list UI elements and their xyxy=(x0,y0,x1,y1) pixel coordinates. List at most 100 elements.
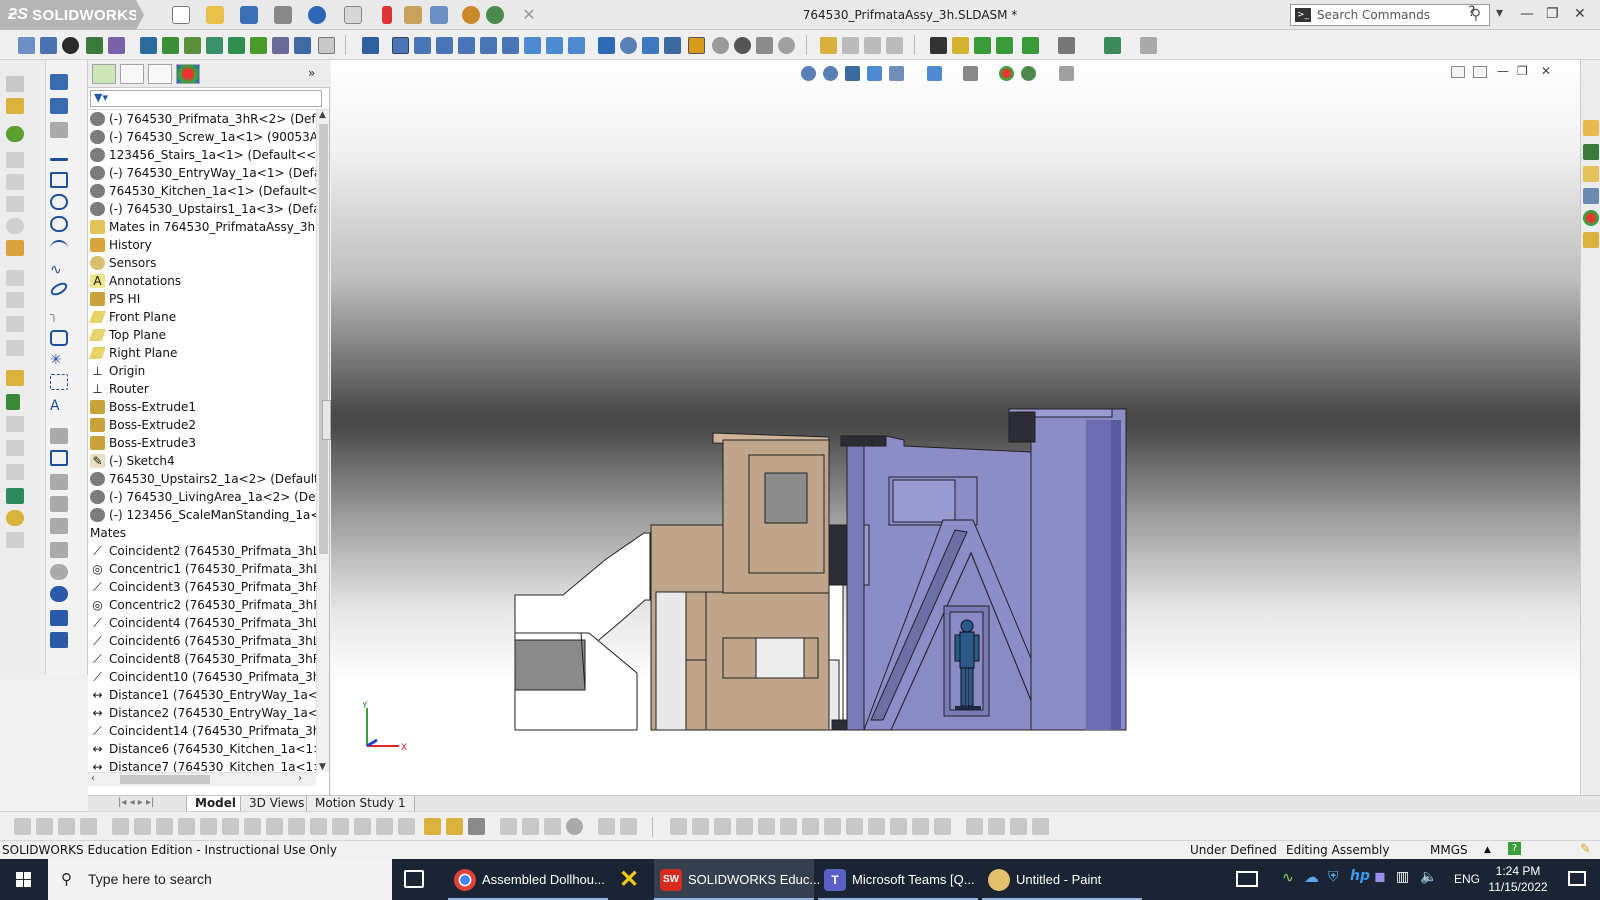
lower-tool-icon[interactable] xyxy=(670,818,687,835)
tree-item[interactable]: Front Plane xyxy=(88,308,316,326)
clearance-verification-icon[interactable] xyxy=(294,37,311,54)
keyboard-icon[interactable] xyxy=(1236,871,1258,887)
task-view-icon[interactable] xyxy=(404,870,424,888)
restore-icon[interactable]: ❐ xyxy=(1546,6,1559,22)
panel-collapse-handle[interactable] xyxy=(322,400,331,440)
line-icon[interactable] xyxy=(50,158,68,161)
search-commands-input[interactable]: >_ Search Commands ⚲ xyxy=(1290,4,1490,26)
view-right-icon[interactable] xyxy=(458,37,475,54)
performance-evaluation-icon[interactable] xyxy=(996,37,1013,54)
file-properties-icon[interactable] xyxy=(404,6,422,24)
lower-tool-icon[interactable] xyxy=(566,818,583,835)
polygon-icon[interactable] xyxy=(50,330,68,346)
solidworks-resources-icon[interactable] xyxy=(1583,120,1599,136)
filter-input[interactable] xyxy=(90,90,322,107)
lower-tool-icon[interactable] xyxy=(692,818,709,835)
lower-tool-icon[interactable] xyxy=(1010,818,1027,835)
linear-component-pattern-icon[interactable] xyxy=(6,240,24,256)
smart-fasteners-icon[interactable] xyxy=(86,37,103,54)
tree-item[interactable]: ⟋ Coincident14 (764530_Prifmata_3hL<2> xyxy=(88,722,316,740)
save-icon[interactable] xyxy=(240,6,258,24)
lower-tool-icon[interactable] xyxy=(868,818,885,835)
view-top-icon[interactable] xyxy=(480,37,497,54)
lower-tool-icon[interactable] xyxy=(824,818,841,835)
line-side-icon[interactable] xyxy=(6,394,20,410)
tree-item[interactable]: (-) 123456_ScaleManStanding_1a<1> (D xyxy=(88,506,316,524)
assemblyxpert-icon[interactable] xyxy=(1058,37,1075,54)
hidden-lines-icon[interactable] xyxy=(734,37,751,54)
teams-tray-icon[interactable]: ◼ xyxy=(1374,869,1386,885)
open-folder-icon[interactable] xyxy=(206,6,224,24)
move-entities-icon[interactable] xyxy=(50,542,68,558)
rapid-sketch-icon[interactable] xyxy=(50,632,68,648)
lower-tool-icon[interactable] xyxy=(500,818,517,835)
lower-tool-icon[interactable] xyxy=(156,818,173,835)
lower-tool-icon[interactable] xyxy=(522,818,539,835)
expand-panel-icon[interactable]: » xyxy=(308,66,315,80)
slot-icon[interactable] xyxy=(50,194,68,210)
upstairs-component[interactable] xyxy=(712,432,830,594)
property-manager-tab-icon[interactable] xyxy=(120,64,144,84)
lower-tool-icon[interactable] xyxy=(1032,818,1049,835)
lower-tool-icon[interactable] xyxy=(36,818,53,835)
taskbar-search-box[interactable]: ⚲ Type here to search xyxy=(48,859,392,900)
chart-tray-icon[interactable]: ∿ xyxy=(1282,870,1294,886)
circle-icon[interactable] xyxy=(50,216,68,232)
tree-item[interactable]: ↔ Distance2 (764530_EntryWay_1a<1>,76 xyxy=(88,704,316,722)
tree-item[interactable]: ⟋ Coincident2 (764530_Prifmata_3hL<2>, xyxy=(88,542,316,560)
exploded-view-icon[interactable] xyxy=(228,37,245,54)
close-document-icon[interactable]: ✕ xyxy=(520,6,538,24)
taskbar-app-chrome[interactable]: Assembled Dollhou... xyxy=(448,859,608,900)
lower-tool-icon[interactable] xyxy=(222,818,239,835)
check-icon[interactable] xyxy=(974,37,991,54)
tree-item[interactable]: ⟋ Coincident8 (764530_Prifmata_3hR<2>, xyxy=(88,650,316,668)
lower-tool-icon[interactable] xyxy=(200,818,217,835)
new-part-icon[interactable] xyxy=(6,126,24,142)
lower-tool-icon[interactable] xyxy=(178,818,195,835)
shaded-with-edges-icon[interactable] xyxy=(688,37,705,54)
move-component-icon[interactable] xyxy=(62,37,79,54)
new-motion-side-icon[interactable] xyxy=(6,416,24,432)
smart-dimension-icon[interactable] xyxy=(50,98,68,114)
assembly-features-side-icon[interactable] xyxy=(6,340,24,356)
lower-tool-icon[interactable] xyxy=(468,818,485,835)
offset-entities-icon[interactable] xyxy=(50,474,68,490)
mate-reference-icon[interactable] xyxy=(6,98,24,114)
graphics-area[interactable]: — ❐ ✕ Y X xyxy=(331,60,1580,795)
tree-item[interactable]: Sensors xyxy=(88,254,316,272)
minimize-icon[interactable]: — xyxy=(1520,6,1534,22)
exploded-view-side-icon[interactable] xyxy=(6,464,24,480)
tree-item[interactable]: Right Plane xyxy=(88,344,316,362)
design-checker-icon[interactable] xyxy=(1104,37,1121,54)
fillet-icon[interactable]: ╮ xyxy=(50,308,68,324)
language-indicator[interactable]: ENG xyxy=(1454,872,1480,886)
normal-to-icon[interactable] xyxy=(598,37,615,54)
point-icon[interactable]: ✳ xyxy=(50,352,68,368)
taskbar-app-solidworks[interactable]: SW SOLIDWORKS Educ... xyxy=(654,859,820,900)
new-document-icon[interactable] xyxy=(172,6,190,24)
tree-item[interactable]: ↔ Distance7 (764530_Kitchen_1a<1>,7645 xyxy=(88,758,316,772)
display-manager-tab-icon[interactable] xyxy=(176,64,200,84)
smart-fasteners-side-icon[interactable] xyxy=(6,270,24,286)
view-palette-icon[interactable] xyxy=(1583,188,1599,204)
routing-icon[interactable] xyxy=(6,488,24,504)
appearances-scenes-icon[interactable] xyxy=(1583,210,1599,226)
convert-entities-icon[interactable] xyxy=(50,450,68,466)
hole-alignment-icon[interactable] xyxy=(1022,37,1039,54)
tree-item[interactable]: A Annotations xyxy=(88,272,316,290)
lower-tool-icon[interactable] xyxy=(758,818,775,835)
spline-icon[interactable]: ∿ xyxy=(50,262,68,278)
lower-tool-icon[interactable] xyxy=(846,818,863,835)
options-icon[interactable] xyxy=(430,6,448,24)
arc-icon[interactable] xyxy=(50,240,68,256)
appearance-ball-icon[interactable] xyxy=(462,6,480,24)
instant3d-icon[interactable] xyxy=(318,37,335,54)
insert-component-icon[interactable] xyxy=(6,76,24,92)
interference-detection-icon[interactable] xyxy=(272,37,289,54)
tab-model[interactable]: Model xyxy=(186,796,246,812)
reference-geometry-side-icon[interactable] xyxy=(6,370,24,386)
configuration-manager-tab-icon[interactable] xyxy=(148,64,172,84)
tree-item[interactable]: (-) 764530_Screw_1a<1> (90053A151<< xyxy=(88,128,316,146)
tree-item[interactable]: 123456_Stairs_1a<1> (Default<<Default xyxy=(88,146,316,164)
section-view-icon[interactable] xyxy=(778,37,795,54)
